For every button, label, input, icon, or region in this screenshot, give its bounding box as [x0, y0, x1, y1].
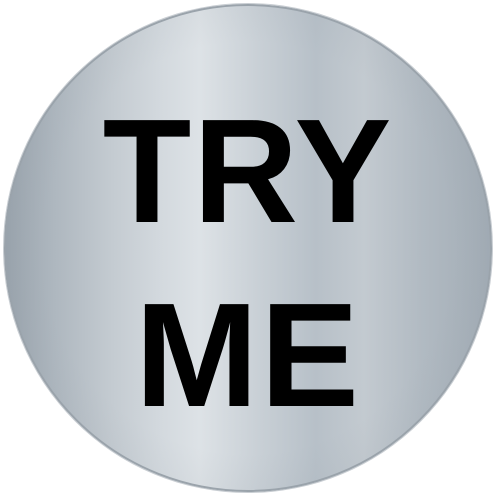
try-me-sticker: TRY ME — [4, 4, 492, 492]
canvas: TRY ME — [0, 0, 500, 500]
sticker-text-line-1: TRY — [102, 89, 394, 254]
sticker-text-line-2: ME — [135, 273, 361, 438]
